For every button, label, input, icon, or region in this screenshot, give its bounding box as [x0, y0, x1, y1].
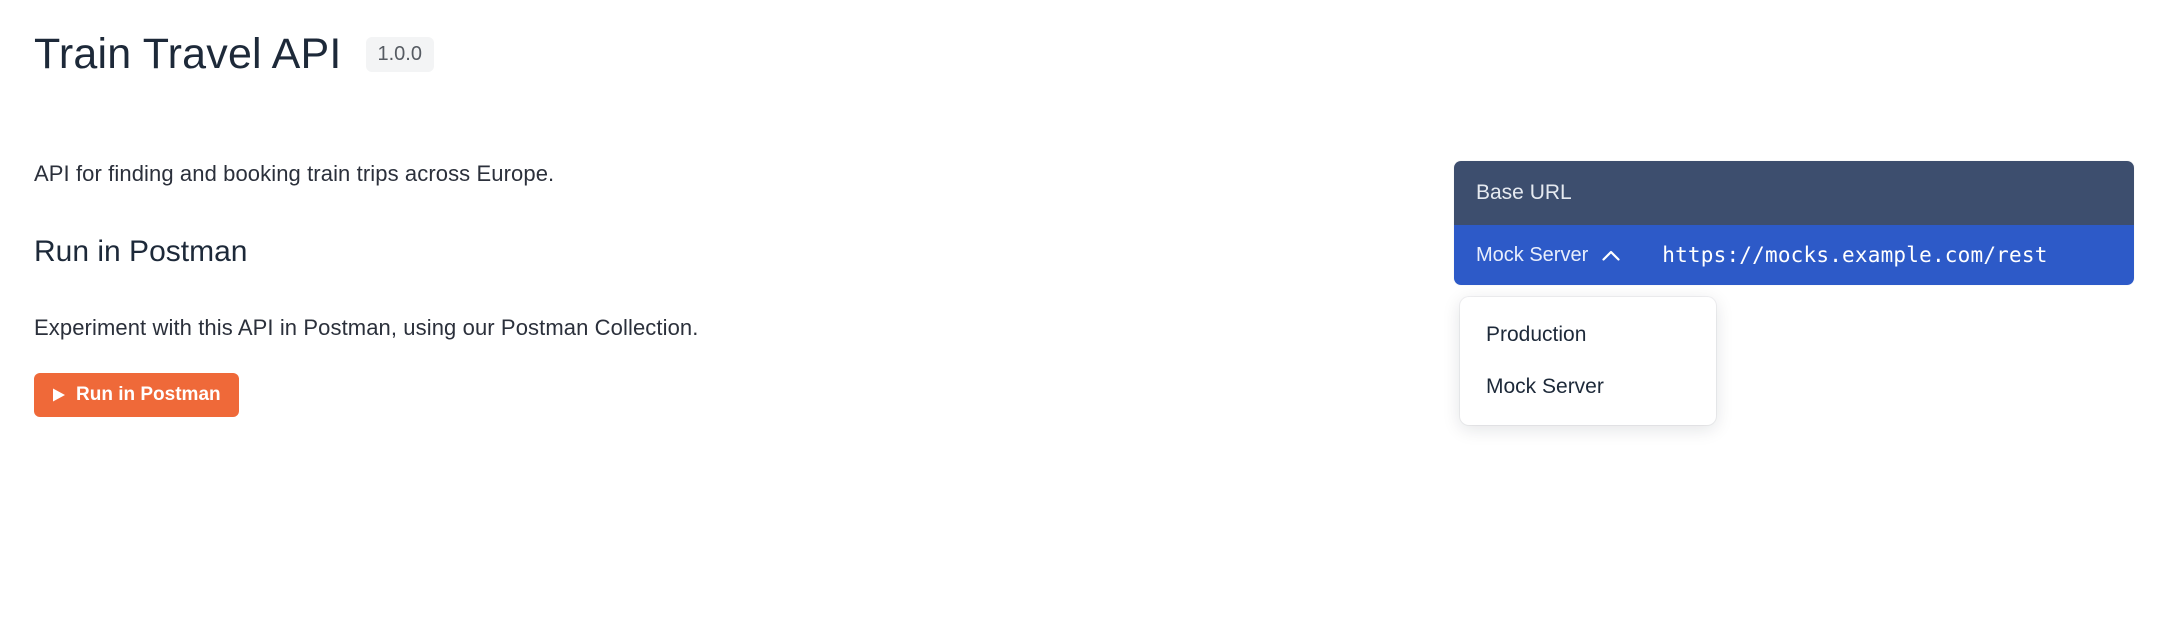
- api-description: API for finding and booking train trips …: [34, 161, 1394, 187]
- base-url-heading: Base URL: [1454, 161, 2134, 225]
- server-dropdown: Production Mock Server: [1460, 297, 1716, 425]
- chevron-up-icon: [1602, 250, 1620, 261]
- base-url-panel: Base URL Mock Server https://mocks.examp…: [1454, 161, 2134, 285]
- play-icon: [52, 387, 66, 403]
- left-column: API for finding and booking train trips …: [34, 161, 1394, 417]
- base-url-row: Mock Server https://mocks.example.com/re…: [1454, 225, 2134, 285]
- base-url-value: https://mocks.example.com/rest: [1640, 243, 2047, 267]
- version-badge: 1.0.0: [366, 37, 434, 72]
- right-column: Base URL Mock Server https://mocks.examp…: [1454, 161, 2134, 285]
- server-option-production[interactable]: Production: [1460, 309, 1716, 361]
- postman-instructions: Experiment with this API in Postman, usi…: [34, 315, 1394, 341]
- title-row: Train Travel API 1.0.0: [34, 30, 2134, 79]
- postman-heading: Run in Postman: [34, 235, 1394, 269]
- server-option-mock-server[interactable]: Mock Server: [1460, 361, 1716, 413]
- run-in-postman-label: Run in Postman: [76, 384, 221, 406]
- run-in-postman-button[interactable]: Run in Postman: [34, 373, 239, 417]
- page-title: Train Travel API: [34, 30, 342, 79]
- server-select[interactable]: Mock Server: [1476, 244, 1620, 267]
- server-selected-label: Mock Server: [1476, 244, 1588, 267]
